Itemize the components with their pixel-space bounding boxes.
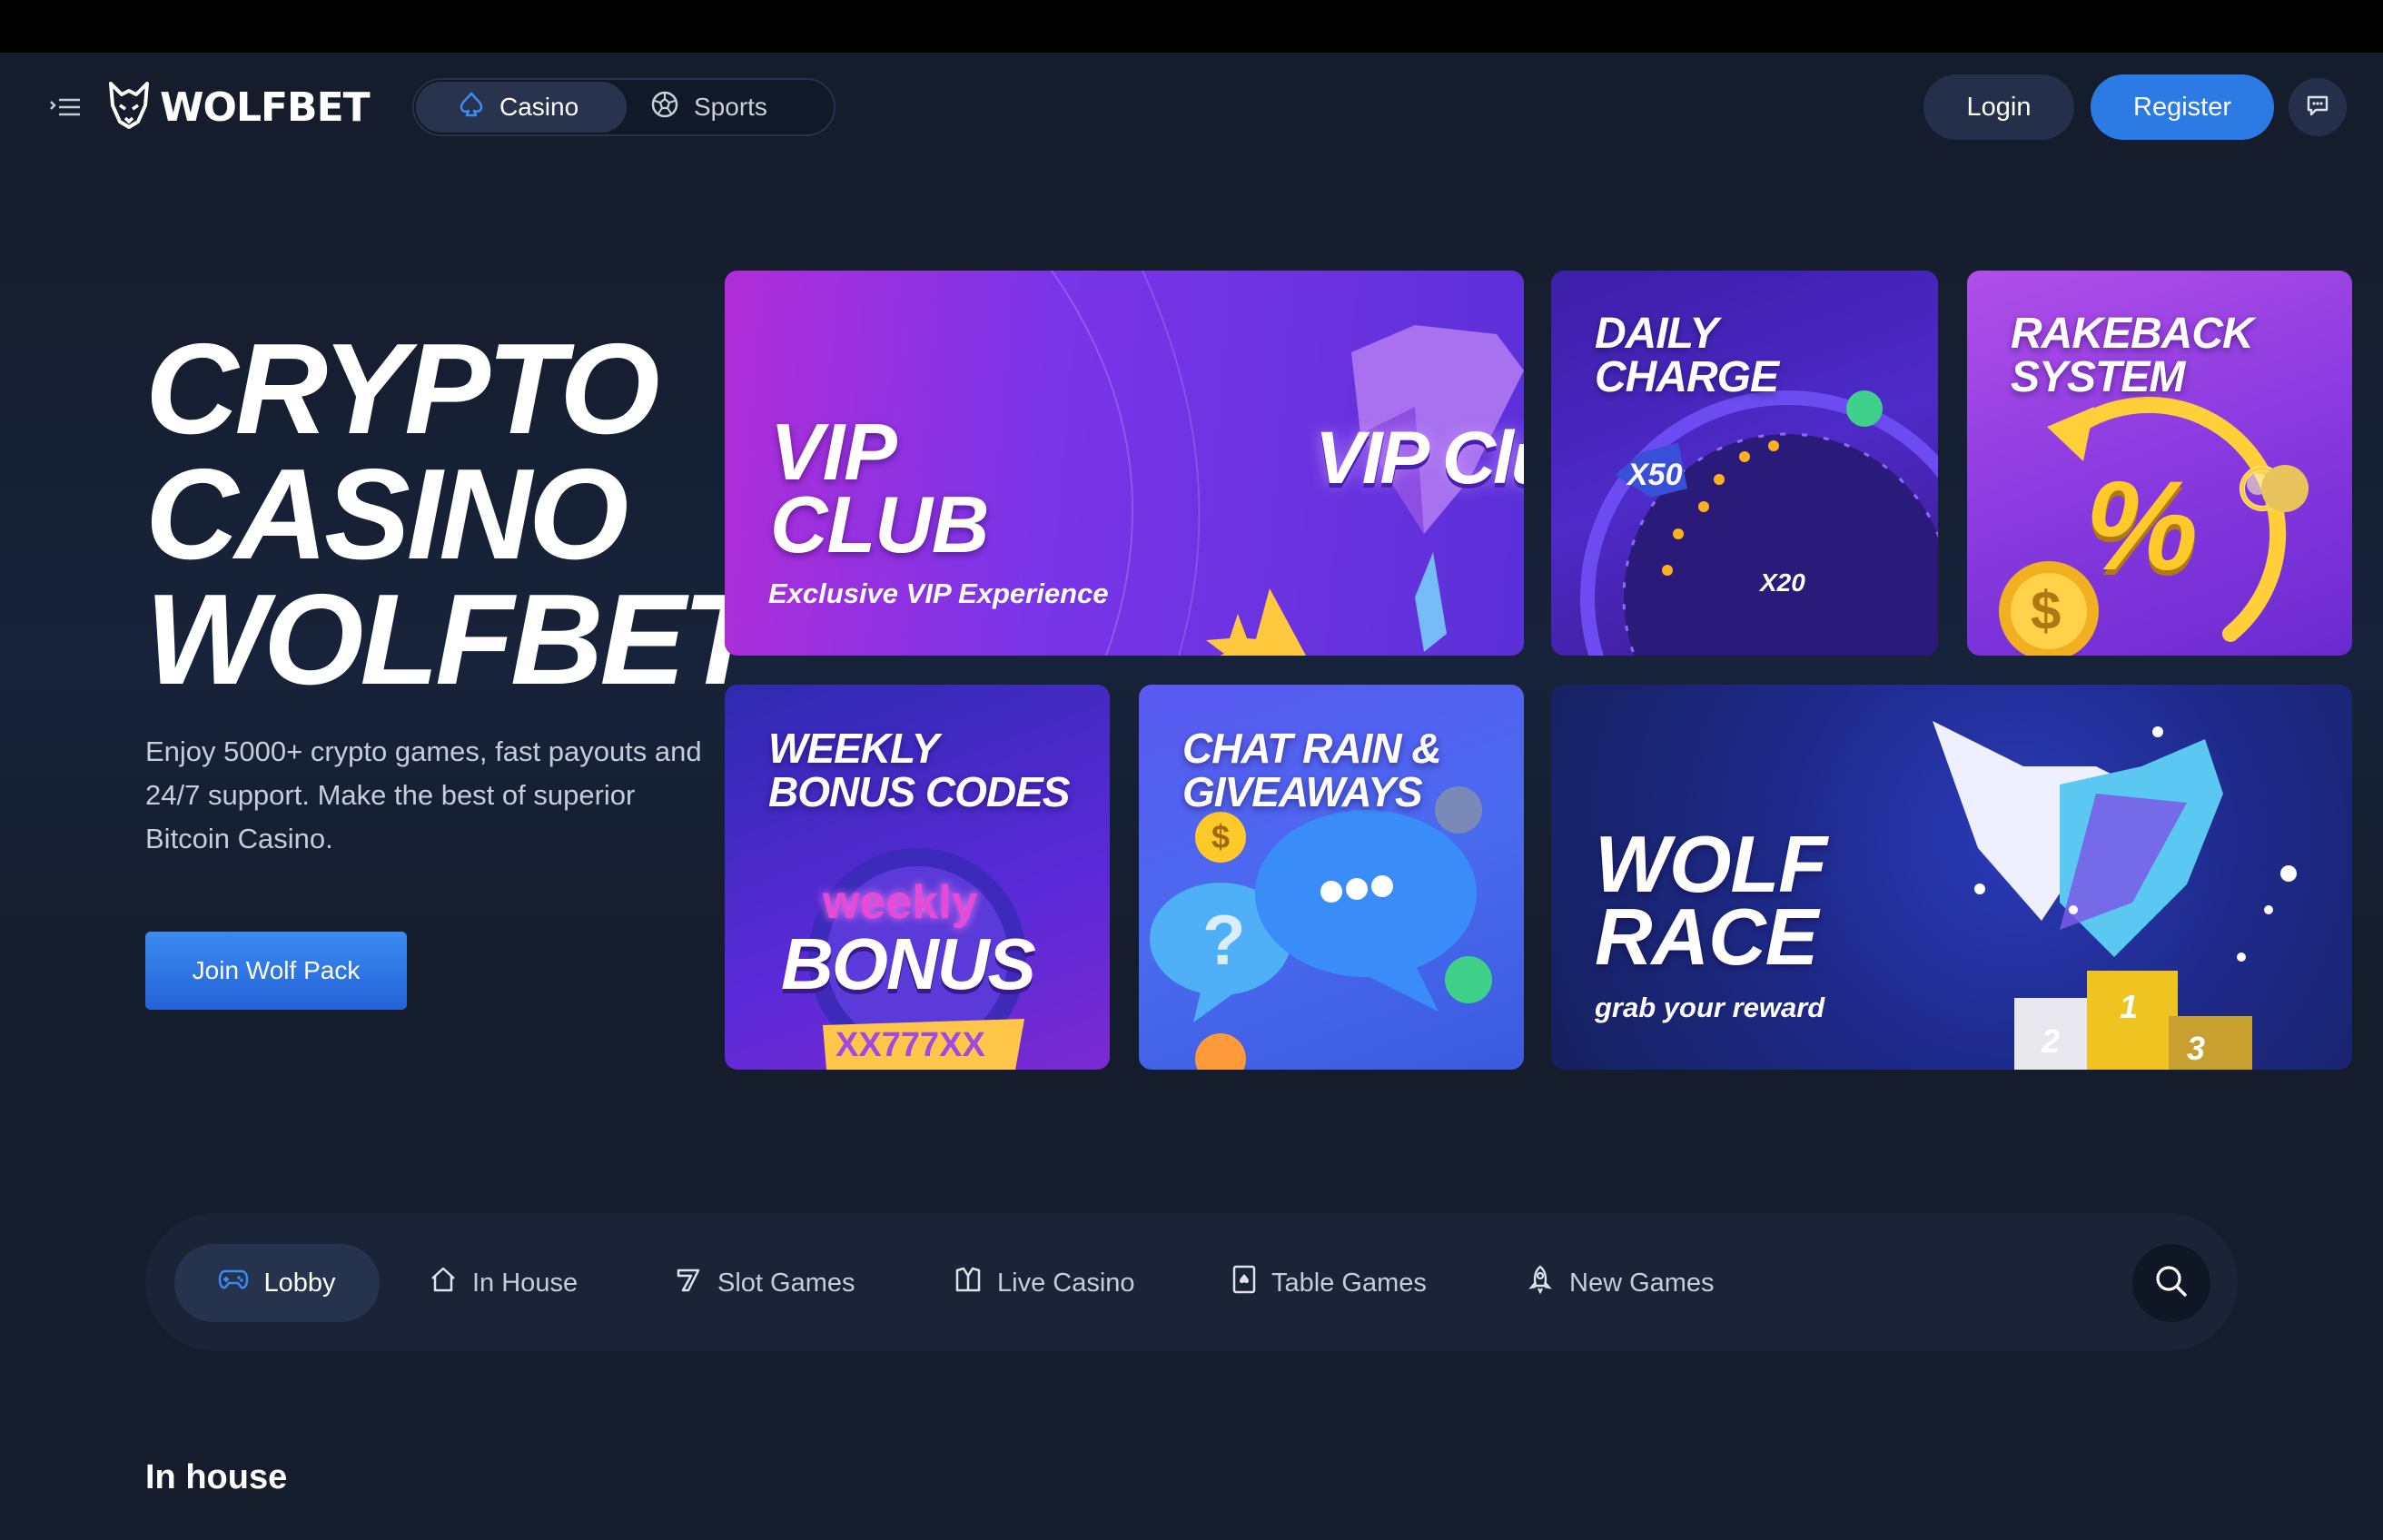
in-house-section-title: In house <box>145 1458 288 1496</box>
category-live-casino-label: Live Casino <box>997 1268 1135 1298</box>
site-header: WOLFBET Casino Sports Login Register <box>0 53 2383 162</box>
wolfbet-logo[interactable]: WOLFBET <box>107 80 371 134</box>
promo-card-daily-charge[interactable]: X50 X20 DAILY CHARGE <box>1551 271 1938 656</box>
daily-badge-x20: X20 <box>1760 568 1805 597</box>
seven-icon <box>674 1265 703 1301</box>
logo-text: WOLFBET <box>160 84 371 131</box>
house-icon <box>429 1265 458 1301</box>
register-button[interactable]: Register <box>2091 74 2274 140</box>
promo-card-weekly-bonus-codes[interactable]: weekly BONUS XX777XX WEEKLY BONUS CODES <box>725 685 1110 1070</box>
category-slot-games[interactable]: Slot Games <box>674 1244 855 1322</box>
hero-title: CRYPTO CASINO WOLFBET <box>145 317 761 712</box>
rocket-icon <box>1526 1264 1555 1302</box>
category-live-casino[interactable]: Live Casino <box>954 1244 1135 1322</box>
category-in-house[interactable]: In House <box>429 1244 578 1322</box>
weekly-card-title: WEEKLY BONUS CODES <box>768 725 1070 815</box>
card-icon <box>1231 1264 1257 1302</box>
chat-button[interactable] <box>2289 78 2347 136</box>
promo-card-chat-rain-giveaways[interactable]: $ ? CHAT RAIN & GIVEAWAYS <box>1139 685 1524 1070</box>
casino-sports-switch: Casino Sports <box>412 78 836 136</box>
wolf-logo-icon <box>107 81 151 133</box>
wolf-race-title-line-2: RACE <box>1595 892 1818 982</box>
category-slot-games-label: Slot Games <box>717 1268 855 1298</box>
promo-card-wolf-race[interactable]: 2 1 3 WOLF RACE grab your reward <box>1551 685 2352 1070</box>
weekly-bonus-code: XX777XX <box>836 1026 985 1064</box>
spade-icon <box>458 91 485 124</box>
category-lobby[interactable]: Lobby <box>174 1244 380 1322</box>
daily-title-line-1: DAILY <box>1595 310 1718 358</box>
menu-icon[interactable] <box>49 96 82 120</box>
vip-card-title: VIP CLUB <box>770 407 989 569</box>
category-table-games-label: Table Games <box>1271 1268 1427 1298</box>
login-button[interactable]: Login <box>1923 74 2074 140</box>
podium-label-1: 1 <box>2120 988 2139 1025</box>
tab-casino-label: Casino <box>499 93 579 121</box>
vip-title-line-1: VIP <box>770 407 897 497</box>
tab-sports-label: Sports <box>694 93 767 121</box>
chat-coin-symbol: $ <box>1195 812 1246 863</box>
dealer-icon <box>954 1265 983 1301</box>
wolf-race-card-title: WOLF RACE <box>1595 819 1827 982</box>
weekly-title-line-2: BONUS CODES <box>768 768 1070 815</box>
podium-label-2: 2 <box>2042 1022 2061 1060</box>
game-search-button[interactable] <box>2132 1244 2210 1322</box>
gamepad-icon <box>218 1268 249 1298</box>
hero-title-line-3: WOLFBET <box>145 568 761 712</box>
search-icon <box>2153 1263 2190 1304</box>
vip-title-line-2: CLUB <box>770 479 989 569</box>
soccer-ball-icon <box>650 90 679 125</box>
top-black-strip <box>0 0 2383 53</box>
chat-title-line-2: GIVEAWAYS <box>1182 768 1423 815</box>
category-in-house-label: In House <box>472 1268 578 1298</box>
daily-card-title: DAILY CHARGE <box>1595 310 1779 401</box>
vip-card-subtitle: Exclusive VIP Experience <box>768 578 1109 609</box>
weekly-art-main: BONUS <box>781 923 1036 1004</box>
vip-club-art-text: VIP Clu <box>1315 417 1524 499</box>
weekly-art-top: weekly <box>823 876 978 929</box>
weekly-title-line-1: WEEKLY <box>768 725 939 772</box>
rakeback-percent-symbol: % <box>2085 454 2199 597</box>
hero-title-line-2: CASINO <box>145 442 628 587</box>
rakeback-card-title: RAKEBACK SYSTEM <box>2011 310 2254 401</box>
chat-icon <box>2305 93 2330 123</box>
podium-label-3: 3 <box>2187 1030 2206 1067</box>
category-new-games[interactable]: New Games <box>1526 1244 1715 1322</box>
rakeback-coin-symbol: $ <box>2031 580 2062 641</box>
promo-card-rakeback[interactable]: % $ RAKEBACK SYSTEM <box>1967 271 2352 656</box>
daily-title-line-2: CHARGE <box>1595 353 1779 401</box>
tab-casino[interactable]: Casino <box>416 82 627 133</box>
daily-badge-x50: X50 <box>1627 458 1683 492</box>
hero-subtitle: Enjoy 5000+ crypto games, fast payouts a… <box>145 735 702 854</box>
wolf-race-subtitle: grab your reward <box>1595 992 1825 1023</box>
promo-card-vip-club[interactable]: VIP Clu VIP CLUB Exclusive VIP Experienc… <box>725 271 1524 656</box>
wolf-race-title-line-1: WOLF <box>1595 819 1827 909</box>
join-wolf-pack-button[interactable]: Join Wolf Pack <box>145 932 407 1010</box>
chat-question-mark: ? <box>1202 900 1246 980</box>
category-table-games[interactable]: Table Games <box>1231 1244 1427 1322</box>
game-category-nav: Lobby In House Slot Games Live Casino Ta… <box>145 1213 2238 1351</box>
rakeback-title-line-1: RAKEBACK <box>2011 310 2254 358</box>
category-new-games-label: New Games <box>1569 1268 1715 1298</box>
tab-sports[interactable]: Sports <box>628 82 834 133</box>
category-lobby-label: Lobby <box>263 1268 336 1298</box>
chat-title-line-1: CHAT RAIN & <box>1182 725 1442 772</box>
hero-title-line-1: CRYPTO <box>145 317 660 461</box>
chat-card-title: CHAT RAIN & GIVEAWAYS <box>1182 725 1442 815</box>
rakeback-title-line-2: SYSTEM <box>2011 353 2185 401</box>
